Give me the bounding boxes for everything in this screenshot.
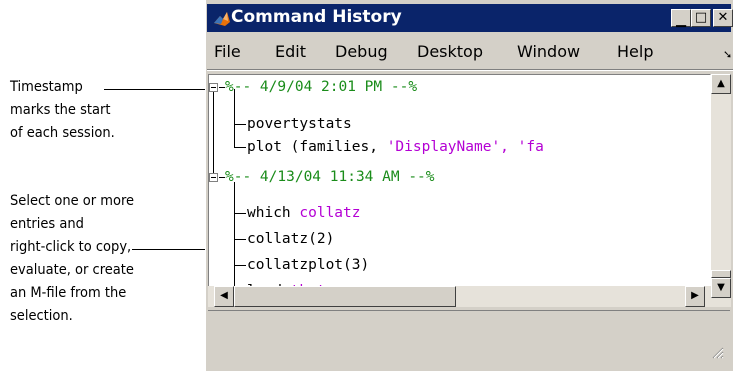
entry-command: collatzplot(3) (247, 257, 370, 273)
resize-grip-icon[interactable] (710, 345, 724, 359)
callout-line: selection. (10, 308, 73, 324)
vertical-scroll-thumb[interactable] (711, 270, 731, 278)
vertical-scrollbar[interactable]: ▲ ▼ (711, 74, 731, 307)
tree-connector (234, 147, 246, 148)
horizontal-scrollbar[interactable]: ◀ ▶ (208, 286, 711, 307)
entry-command: povertystats (247, 116, 352, 132)
scroll-up-button[interactable]: ▲ (711, 74, 731, 94)
entry-argument: collatz (299, 205, 361, 221)
menu-desktop[interactable]: Desktop (417, 42, 483, 61)
callout-line: Select one or more (10, 193, 135, 209)
history-list[interactable]: %-- 4/9/04 2:01 PM --% povertystats plot… (208, 74, 711, 307)
window-title: Command History (231, 7, 402, 27)
tree-connector (234, 239, 246, 240)
menu-debug[interactable]: Debug (335, 42, 388, 61)
session-timestamp[interactable]: %-- 4/13/04 11:34 AM --% (225, 166, 435, 189)
arrow-left-icon: ◀ (220, 290, 228, 301)
callout-line: evaluate, or create (10, 262, 134, 278)
callout-line: of each session. (10, 125, 115, 141)
collapse-session-icon[interactable] (209, 173, 218, 182)
callout-line: Timestamp (10, 79, 83, 95)
history-entry[interactable]: which collatz (247, 202, 361, 225)
callout-line: marks the start (10, 102, 111, 118)
menu-bar: File Edit Debug Desktop Window Help ➘ (207, 36, 733, 68)
timestamp-text: %-- 4/13/04 11:34 AM --% (225, 169, 435, 185)
tree-connector (234, 124, 246, 125)
matlab-logo-icon (214, 12, 230, 26)
close-icon: ✕ (717, 10, 729, 25)
minimize-button[interactable]: ▁ (671, 9, 691, 28)
selection-callout: Select one or more entries and right-cli… (10, 190, 134, 328)
tree-connector (213, 85, 214, 177)
arrow-down-icon: ▼ (717, 282, 725, 293)
title-bar[interactable]: Command History ▁ □ ✕ (207, 4, 733, 32)
menu-window[interactable]: Window (517, 42, 580, 61)
history-entry[interactable]: collatz(2) (247, 228, 334, 251)
scroll-down-button[interactable]: ▼ (711, 278, 731, 298)
timestamp-text: %-- 4/9/04 2:01 PM --% (225, 79, 418, 95)
maximize-icon: □ (694, 10, 708, 25)
history-entry[interactable]: collatzplot(3) (247, 254, 369, 277)
entry-command: collatz(2) (247, 231, 335, 247)
minimize-icon: ▁ (676, 13, 686, 28)
close-button[interactable]: ✕ (713, 9, 733, 27)
arrow-right-icon: ▶ (691, 290, 699, 301)
menu-file[interactable]: File (214, 42, 241, 61)
entry-argument: 'DisplayName', 'fa (386, 139, 544, 155)
callout-line: an M-file from the (10, 285, 127, 301)
collapse-session-icon[interactable] (209, 83, 218, 92)
history-entry[interactable]: plot (families, 'DisplayName', 'fa (247, 136, 544, 159)
menu-separator (207, 69, 733, 71)
session-timestamp[interactable]: %-- 4/9/04 2:01 PM --% (225, 76, 417, 99)
chevron-double-right-icon[interactable]: ➘ (723, 48, 732, 61)
tree-connector (234, 182, 235, 292)
horizontal-scroll-thumb[interactable] (234, 286, 456, 307)
scroll-right-button[interactable]: ▶ (685, 286, 705, 307)
arrow-up-icon: ▲ (717, 78, 725, 89)
tree-connector (234, 265, 246, 266)
entry-command: plot (families, (247, 139, 387, 155)
callout-line: entries and (10, 216, 84, 232)
scroll-left-button[interactable]: ◀ (214, 286, 234, 307)
menu-edit[interactable]: Edit (275, 42, 306, 61)
menu-help[interactable]: Help (617, 42, 653, 61)
history-entry[interactable]: povertystats (247, 113, 352, 136)
tree-connector (234, 213, 246, 214)
maximize-button[interactable]: □ (691, 9, 711, 27)
status-bar (208, 310, 730, 367)
command-history-window: Command History ▁ □ ✕ File Edit Debug De… (205, 0, 733, 371)
entry-command: which (247, 205, 300, 221)
callout-line: right-click to copy, (10, 239, 132, 255)
timestamp-callout: Timestamp marks the start of each sessio… (10, 76, 115, 145)
